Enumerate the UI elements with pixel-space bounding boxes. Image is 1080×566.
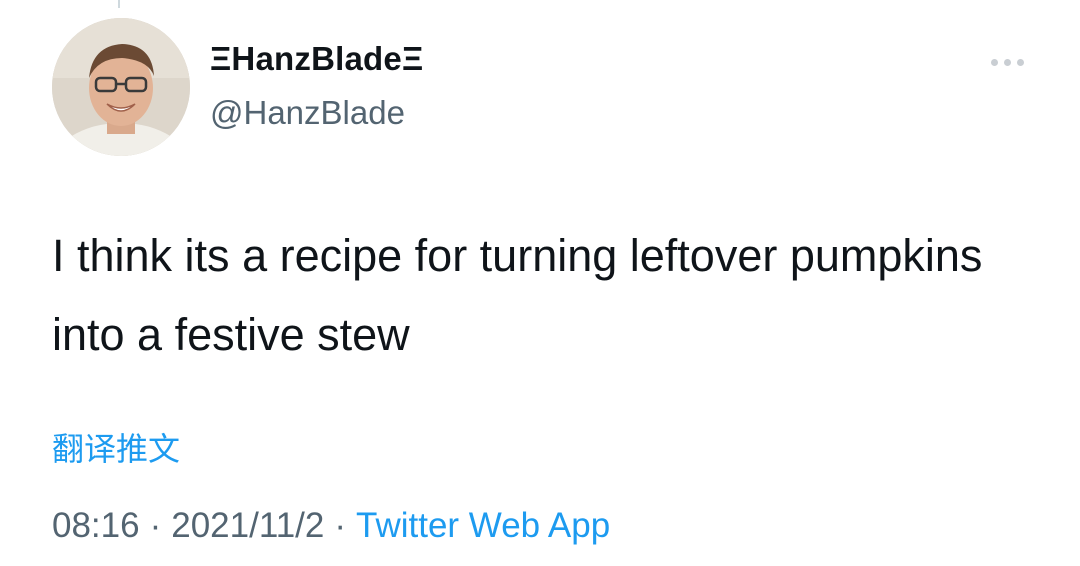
tweet-time[interactable]: 08:16: [52, 506, 140, 545]
tweet-text: I think its a recipe for turning leftove…: [52, 230, 983, 360]
author-display-name[interactable]: ΞHanzBladeΞ: [210, 40, 423, 78]
tweet-card: ΞHanzBladeΞ @HanzBlade I think its a rec…: [0, 0, 1080, 566]
more-options-button[interactable]: [984, 50, 1030, 74]
translate-tweet-link[interactable]: 翻译推文: [52, 424, 180, 470]
meta-separator: ·: [334, 506, 347, 545]
tweet-date[interactable]: 2021/11/2: [171, 506, 324, 545]
author-handle[interactable]: @HanzBlade: [210, 94, 405, 132]
tweet-source-link[interactable]: Twitter Web App: [356, 506, 610, 545]
more-dots-icon: [984, 58, 1030, 66]
avatar[interactable]: [52, 18, 190, 156]
user-avatar-icon: [52, 18, 190, 156]
thread-connector-line: [118, 0, 120, 8]
tweet-meta: 08:16 · 2021/11/2 · Twitter Web App: [52, 506, 610, 546]
meta-separator: ·: [149, 506, 162, 545]
